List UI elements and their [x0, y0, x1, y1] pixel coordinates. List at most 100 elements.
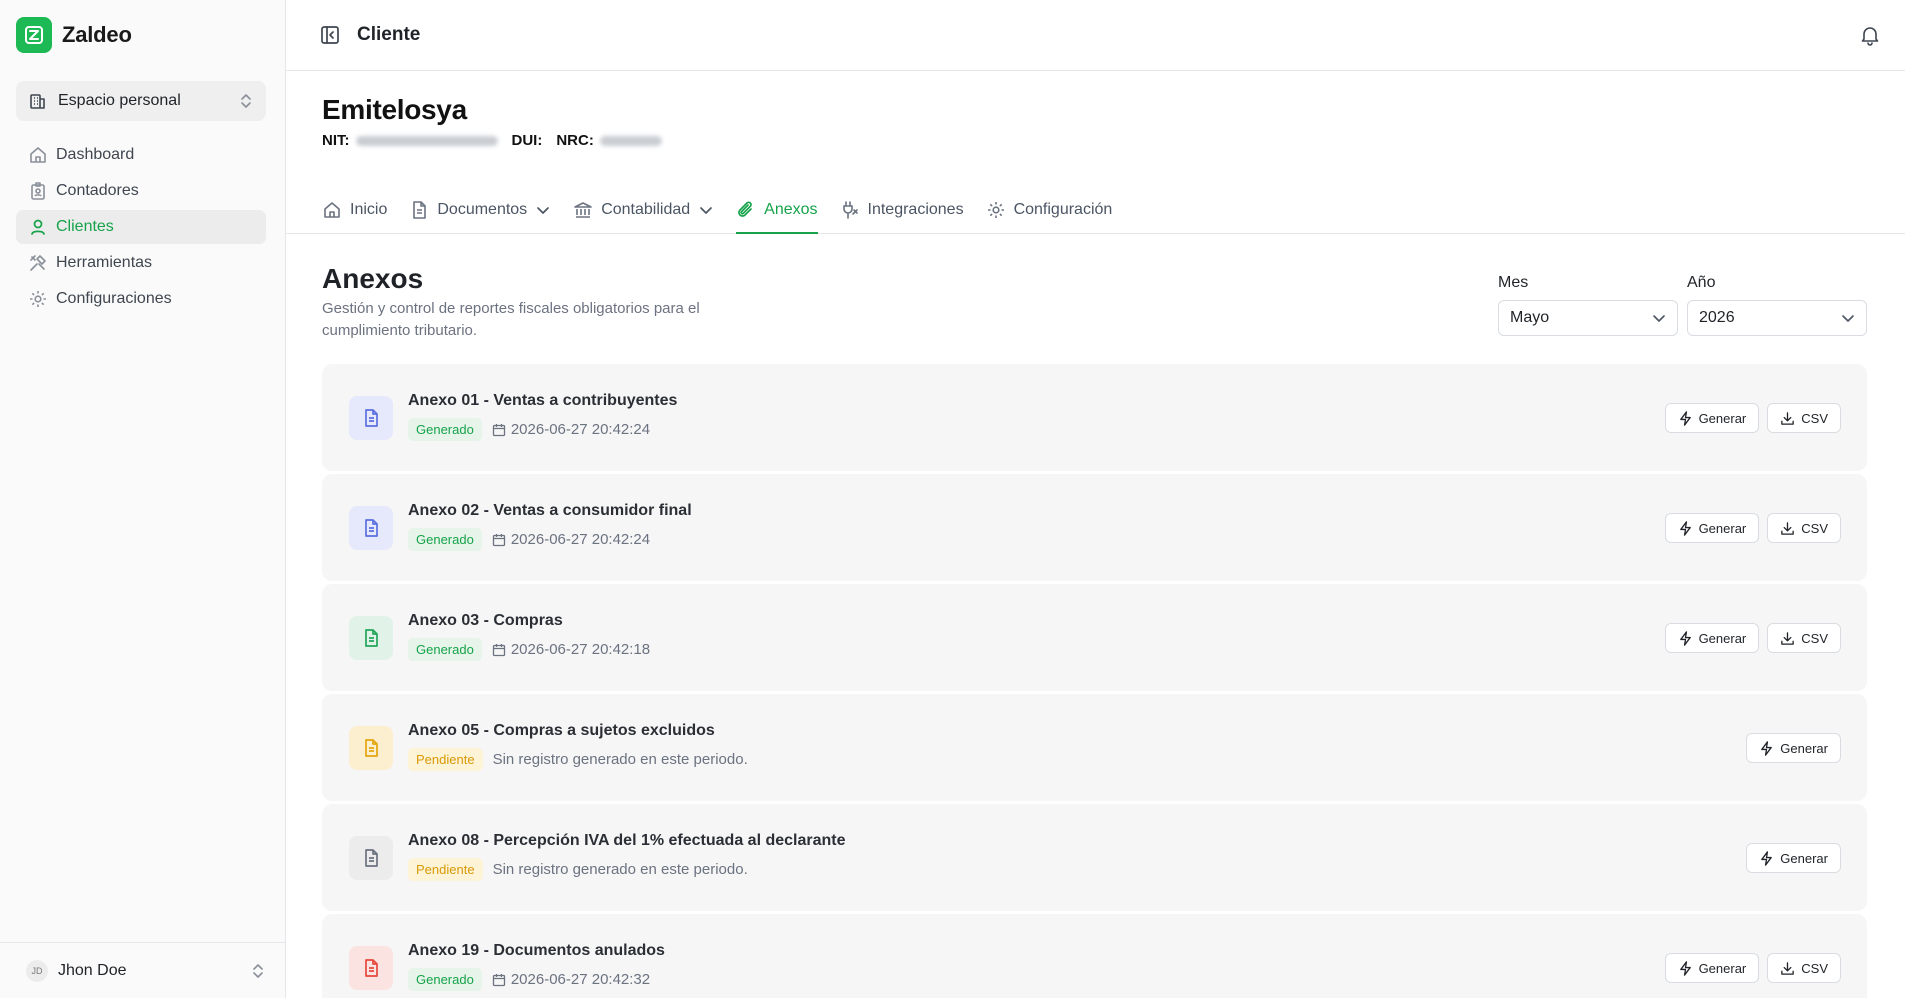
- download-icon: [1781, 521, 1795, 535]
- generate-button[interactable]: Generar: [1746, 843, 1841, 873]
- dui-label: DUI:: [511, 132, 543, 149]
- sidebar-item-contadores[interactable]: Contadores: [16, 174, 266, 208]
- badge-icon: [31, 182, 45, 200]
- csv-button-label: CSV: [1801, 520, 1828, 536]
- generate-button[interactable]: Generar: [1746, 733, 1841, 763]
- sidebar-item-label: Dashboard: [56, 146, 135, 163]
- annex-date: 2026-06-27 20:42:24: [492, 531, 650, 548]
- tab-configuracion[interactable]: Configuración: [986, 187, 1113, 233]
- sidebar-toggle-icon[interactable]: [319, 24, 341, 46]
- annex-actions: Generar CSV: [1664, 403, 1841, 433]
- annex-date: 2026-06-27 20:42:32: [492, 971, 650, 988]
- home-icon: [30, 147, 46, 163]
- annex-icon-box: [349, 726, 393, 770]
- tab-label: Anexos: [764, 201, 818, 218]
- annex-icon-box: [349, 396, 393, 440]
- chevron-down-icon: [1842, 315, 1854, 322]
- csv-download-button[interactable]: CSV: [1767, 623, 1841, 653]
- workspace-label: Espacio personal: [58, 92, 181, 109]
- status-badge: Generado: [408, 638, 482, 661]
- tab-documentos[interactable]: Documentos: [409, 187, 551, 233]
- document-icon: [413, 201, 427, 219]
- csv-download-button[interactable]: CSV: [1767, 403, 1841, 433]
- tab-label: Integraciones: [867, 201, 964, 218]
- tab-contabilidad[interactable]: Contabilidad: [573, 187, 714, 233]
- tab-anexos[interactable]: Anexos: [736, 187, 818, 234]
- bolt-icon: [1761, 850, 1773, 866]
- tools-icon: [30, 255, 46, 271]
- csv-button-label: CSV: [1801, 960, 1828, 976]
- section-title: Anexos: [322, 263, 424, 294]
- nit-field: NIT:: [322, 132, 498, 149]
- annex-actions: Generar: [1746, 843, 1841, 873]
- csv-download-button[interactable]: CSV: [1767, 953, 1841, 983]
- nrc-label: NRC:: [556, 132, 594, 149]
- calendar-icon: [492, 533, 505, 546]
- download-icon: [1781, 961, 1795, 975]
- tab-integraciones[interactable]: Integraciones: [840, 187, 964, 233]
- download-icon: [1781, 631, 1795, 645]
- generate-button-label: Generar: [1780, 850, 1828, 866]
- annex-meta: Pendiente Sin registro generado en este …: [408, 748, 748, 771]
- bolt-icon: [1679, 960, 1691, 976]
- calendar-icon: [492, 973, 505, 986]
- bolt-icon: [1679, 520, 1691, 536]
- tab-inicio[interactable]: Inicio: [322, 187, 387, 233]
- annex-card: Anexo 05 - Compras a sujetos excluidos P…: [322, 694, 1867, 801]
- month-select[interactable]: Mayo: [1498, 300, 1678, 336]
- annex-list: Anexo 01 - Ventas a contribuyentes Gener…: [322, 364, 1867, 998]
- annex-actions: Generar CSV: [1664, 513, 1841, 543]
- csv-button-label: CSV: [1801, 410, 1828, 426]
- annex-card: Anexo 08 - Percepción IVA del 1% efectua…: [322, 804, 1867, 911]
- annex-meta: Pendiente Sin registro generado en este …: [408, 858, 748, 881]
- sidebar-item-configuraciones[interactable]: Configuraciones: [16, 282, 266, 316]
- status-badge: Generado: [408, 528, 482, 551]
- zaldeo-logo-icon: [16, 17, 52, 53]
- generate-button[interactable]: Generar: [1664, 953, 1760, 983]
- bolt-icon: [1679, 630, 1691, 646]
- annex-meta: Generado 2026-06-27 20:42:18: [408, 638, 650, 661]
- month-filter: Mes Mayo: [1498, 274, 1678, 336]
- status-badge: Pendiente: [408, 748, 483, 771]
- client-name: Emitelosya: [322, 94, 467, 125]
- generate-button[interactable]: Generar: [1664, 513, 1760, 543]
- calendar-icon: [492, 643, 505, 656]
- annex-icon-box: [349, 946, 393, 990]
- year-select[interactable]: 2026: [1687, 300, 1867, 336]
- year-filter: Año 2026: [1687, 274, 1867, 336]
- generate-button[interactable]: Generar: [1664, 623, 1760, 653]
- bell-icon[interactable]: [1859, 24, 1881, 46]
- sidebar-item-dashboard[interactable]: Dashboard: [16, 138, 266, 172]
- csv-download-button[interactable]: CSV: [1767, 513, 1841, 543]
- annex-card: Anexo 01 - Ventas a contribuyentes Gener…: [322, 364, 1867, 471]
- tab-label: Configuración: [1013, 201, 1113, 218]
- annex-icon-box: [349, 616, 393, 660]
- generate-button[interactable]: Generar: [1664, 403, 1760, 433]
- generate-button-label: Generar: [1698, 630, 1747, 646]
- annex-title: Anexo 05 - Compras a sujetos excluidos: [408, 722, 715, 739]
- bolt-icon: [1761, 740, 1773, 756]
- document-icon: [365, 629, 378, 647]
- calendar-icon: [492, 423, 505, 436]
- workspace-switcher[interactable]: Espacio personal: [16, 81, 266, 121]
- sidebar-item-herramientas[interactable]: Herramientas: [16, 246, 266, 280]
- annex-detail-text: Sin registro generado en este periodo.: [492, 751, 748, 768]
- chevron-down-icon: [537, 207, 550, 214]
- user-menu[interactable]: JD Jhon Doe: [0, 942, 286, 998]
- sidebar-item-label: Configuraciones: [56, 290, 172, 307]
- generate-button-label: Generar: [1698, 410, 1747, 426]
- chevron-down-icon: [700, 207, 712, 214]
- page-title: Cliente: [357, 24, 421, 45]
- annex-actions: Generar CSV: [1664, 623, 1841, 653]
- annex-meta: Generado 2026-06-27 20:42:32: [408, 968, 650, 991]
- nit-value-redacted: [355, 136, 498, 147]
- sidebar: Zaldeo Espacio personal Dashboard Contad…: [0, 0, 286, 998]
- annex-date-text: 2026-06-27 20:42:18: [510, 641, 651, 658]
- brand[interactable]: Zaldeo: [16, 17, 132, 53]
- nit-label: NIT:: [322, 132, 350, 149]
- sidebar-item-clientes[interactable]: Clientes: [16, 210, 266, 244]
- annex-title: Anexo 08 - Percepción IVA del 1% efectua…: [408, 832, 846, 849]
- annex-meta: Generado 2026-06-27 20:42:24: [408, 418, 650, 441]
- annex-date-text: 2026-06-27 20:42:24: [510, 531, 651, 548]
- status-badge: Generado: [408, 418, 482, 441]
